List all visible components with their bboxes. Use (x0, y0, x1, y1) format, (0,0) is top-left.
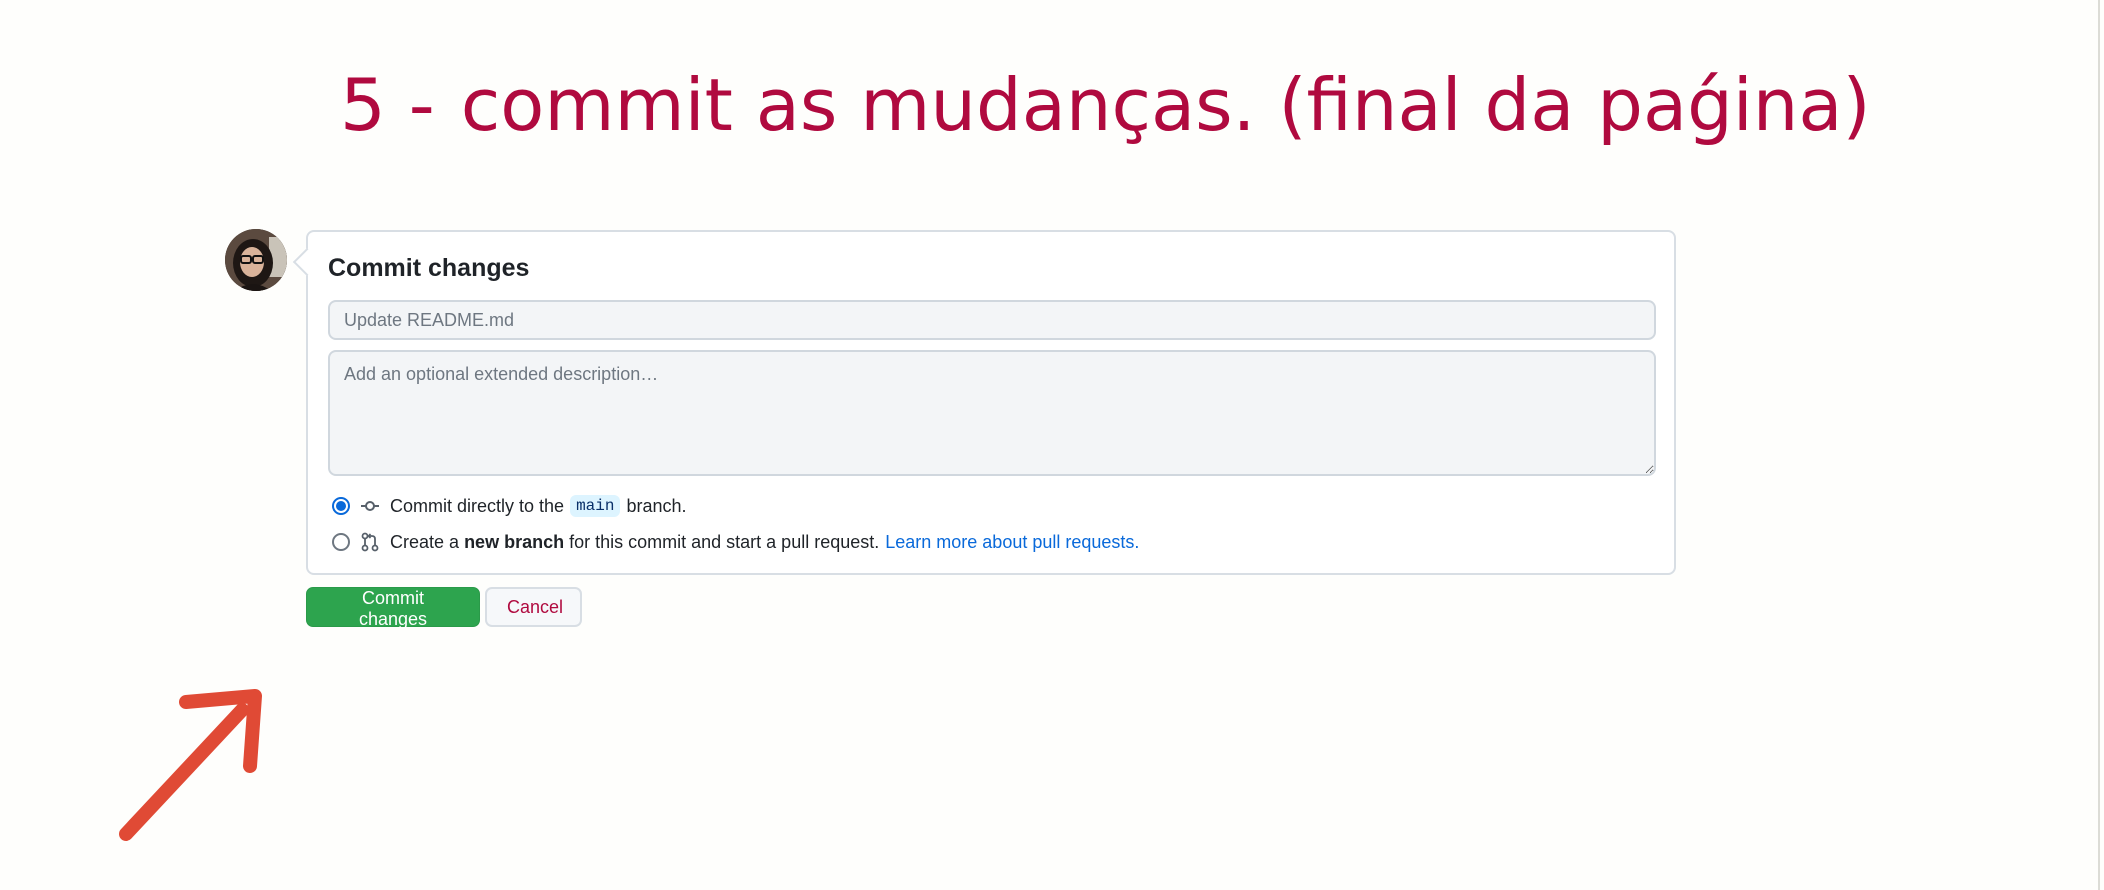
learn-more-pull-requests-link[interactable]: Learn more about pull requests. (885, 532, 1139, 553)
new-branch-label-bold: new branch (464, 531, 565, 552)
commit-direct-radio[interactable] (332, 497, 350, 515)
cancel-button[interactable]: Cancel (485, 587, 582, 627)
commit-summary-input[interactable] (328, 300, 1656, 340)
commit-direct-label-end: branch. (626, 495, 687, 516)
panel-caret (292, 247, 322, 277)
new-branch-radio[interactable] (332, 533, 350, 551)
commit-direct-option[interactable]: Commit directly to the main branch. (328, 493, 687, 519)
branch-name-badge: main (570, 495, 621, 517)
slide-title: 5 - commit as mudanças. (final da paǵina) (340, 60, 1871, 150)
commit-description-textarea[interactable] (328, 350, 1656, 476)
page-edge-divider (2098, 0, 2100, 890)
commit-direct-label: Commit directly to the (390, 495, 565, 516)
step-text: commit as mudanças. (final da paǵina) (460, 63, 1871, 147)
commit-changes-button[interactable]: Commit changes (306, 587, 480, 629)
new-branch-option[interactable]: Create a new branch for this commit and … (328, 529, 1139, 555)
new-branch-label-end: for this commit and start a pull request… (569, 531, 880, 552)
step-number: 5 - (340, 63, 435, 147)
avatar[interactable] (225, 229, 287, 291)
arrow-icon (119, 689, 262, 841)
new-branch-label-start: Create a (390, 531, 460, 552)
commit-panel: Commit changes Commit directly to the ma… (292, 230, 1676, 575)
commit-panel-title: Commit changes (328, 254, 530, 282)
git-commit-icon (361, 501, 379, 511)
git-pull-request-icon (361, 532, 379, 552)
